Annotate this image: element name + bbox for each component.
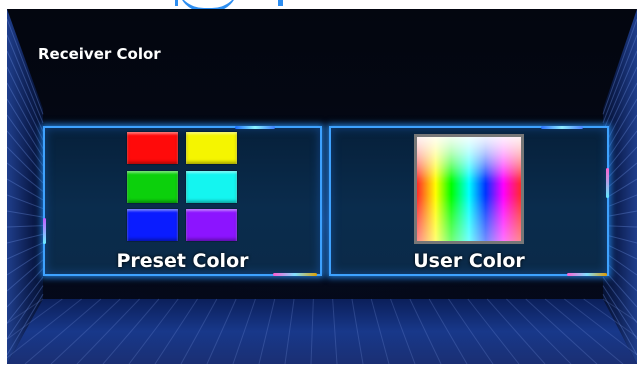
card-glint — [606, 168, 609, 198]
card-glint — [567, 273, 607, 276]
card-glint — [235, 126, 275, 129]
swatch-blue — [127, 209, 178, 241]
color-palette-shading — [417, 137, 521, 241]
top-edge-graphic — [178, 0, 238, 9]
swatch-cyan — [186, 171, 237, 203]
color-palette-icon — [414, 134, 524, 244]
preset-color-label: Preset Color — [116, 250, 249, 272]
swatch-red — [127, 132, 178, 164]
page-title: Receiver Color — [38, 45, 161, 63]
receiver-color-screen: Receiver Color Preset Color User Color — [7, 9, 637, 364]
user-color-label: User Color — [413, 250, 525, 272]
card-glint — [43, 218, 46, 244]
top-edge — [0, 0, 638, 9]
swatch-yellow — [186, 132, 237, 164]
user-color-button[interactable]: User Color — [329, 126, 609, 276]
card-glint — [541, 126, 583, 129]
top-edge-graphic-left — [157, 0, 178, 6]
swatch-green — [127, 171, 178, 203]
top-edge-graphic-right — [278, 0, 283, 6]
swatch-purple — [186, 209, 237, 241]
card-glint — [273, 273, 317, 276]
preset-color-button[interactable]: Preset Color — [43, 126, 322, 276]
